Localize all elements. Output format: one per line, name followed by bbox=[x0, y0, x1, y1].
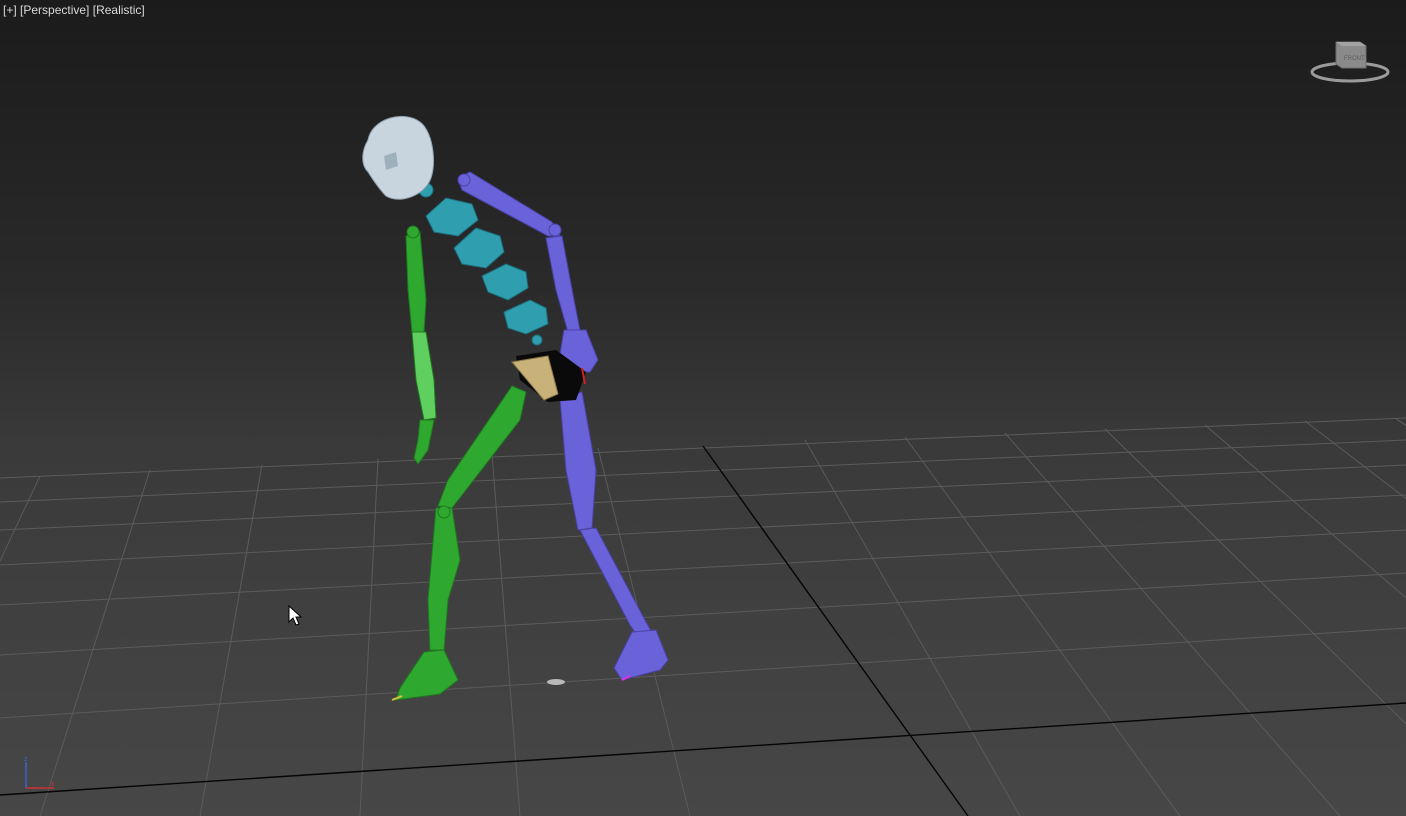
ground-marker bbox=[547, 679, 565, 685]
right-arm[interactable] bbox=[457, 171, 599, 373]
left-arm[interactable] bbox=[405, 225, 437, 465]
viewcube[interactable]: FRONT bbox=[1308, 36, 1392, 88]
axis-z-label: z bbox=[24, 756, 28, 763]
3d-viewport[interactable]: [+] [Perspective] [Realistic] FRONT z x bbox=[0, 0, 1406, 816]
axis-tripod-icon: z x bbox=[24, 756, 55, 789]
left-leg[interactable] bbox=[395, 385, 527, 701]
head[interactable] bbox=[362, 115, 434, 200]
viewport-label-bar: [+] [Perspective] [Realistic] bbox=[3, 3, 145, 17]
ground-grid bbox=[0, 417, 1406, 816]
world-axis-lines bbox=[0, 445, 1406, 816]
biped-skeleton[interactable] bbox=[362, 115, 669, 701]
axis-x-label: x bbox=[51, 781, 55, 788]
scene-canvas[interactable] bbox=[0, 0, 1406, 816]
mouse-pointer-icon bbox=[288, 605, 303, 626]
viewport-shading-button[interactable]: [Realistic] bbox=[93, 3, 145, 17]
viewcube-face-label: FRONT bbox=[1344, 56, 1365, 62]
viewport-menu-button[interactable]: [+] bbox=[3, 3, 17, 17]
viewport-view-button[interactable]: [Perspective] bbox=[20, 3, 89, 17]
